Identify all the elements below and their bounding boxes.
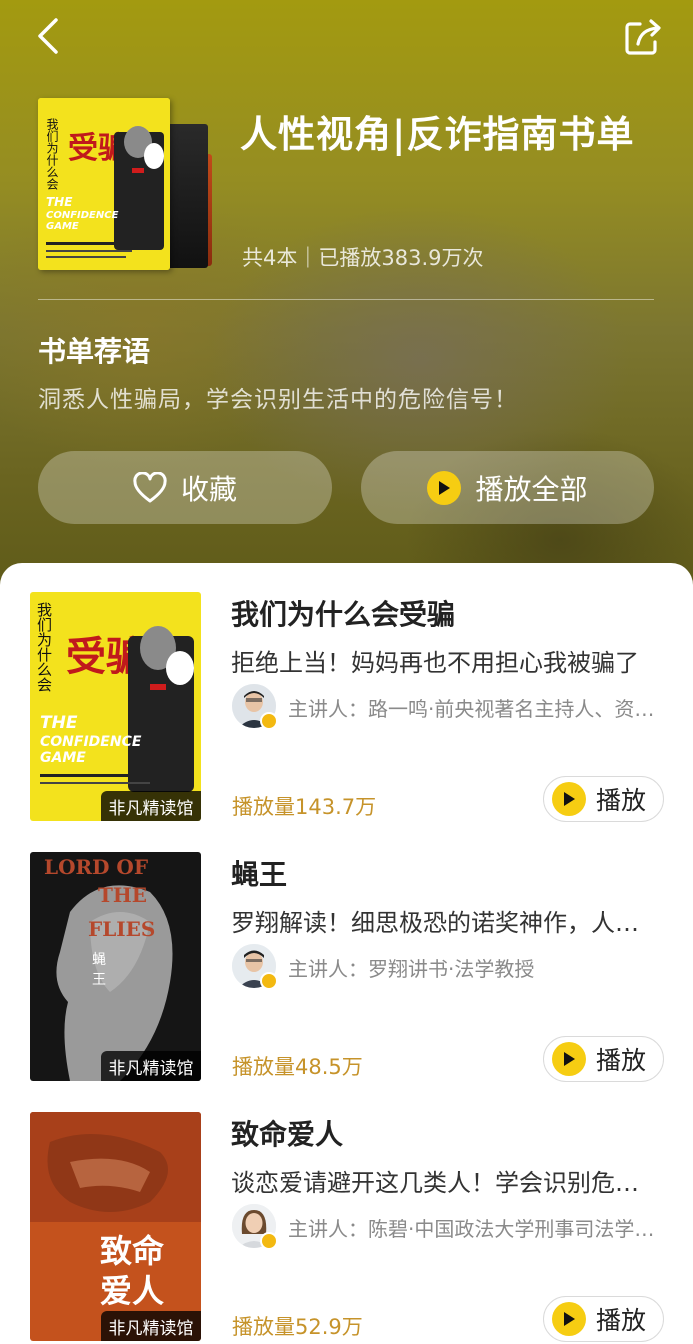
playlist-cover-stack: 我们为什么会 受骗 THE CONFIDENCE GAME — [38, 98, 218, 270]
cover-title-line1: 致命 — [100, 1232, 165, 1270]
cover-tag: 非凡精读馆 — [101, 1051, 201, 1081]
play-count: 播放量48.5万 — [232, 1055, 363, 1079]
cover-en-line2: CONFIDENCE — [46, 210, 119, 221]
stack-cover-front: 我们为什么会 受骗 THE CONFIDENCE GAME — [38, 98, 170, 270]
cover-art: LORD OF THE FLIES 蝇 王 — [30, 852, 201, 1081]
back-button[interactable] — [30, 14, 70, 58]
cover-art: 我们为什么会 受骗 THE CONFIDENCE GAME — [30, 592, 201, 821]
play-count: 播放量52.9万 — [232, 1315, 363, 1339]
cover-en-line1: THE — [46, 195, 73, 209]
cover-subtitle: 我们为什么会 — [45, 118, 59, 191]
playlist-title: 人性视角|反诈指南书单 — [240, 112, 635, 156]
book-list: 我们为什么会 受骗 THE CONFIDENCE GAME 非凡精读馆 我们为什… — [0, 563, 693, 1344]
play-button[interactable]: 播放 — [543, 776, 664, 822]
book-description: 拒绝上当！妈妈再也不用担心我被骗了 — [231, 649, 639, 677]
play-count: 播放量143.7万 — [232, 795, 377, 819]
play-all-label: 播放全部 — [475, 472, 588, 506]
book-description: 谈恋爱请避开这几类人！学会识别危险伴侣 — [231, 1169, 661, 1197]
play-all-button[interactable]: 播放全部 — [361, 451, 654, 524]
speaker-info: 主讲人：罗翔讲书·法学教授 — [288, 957, 535, 981]
book-title[interactable]: 蝇王 — [231, 853, 287, 893]
cover-en-line3: GAME — [40, 750, 86, 766]
recommend-text: 洞悉人性骗局，学会识别生活中的危险信号！ — [38, 387, 518, 413]
playlist-header: 我们为什么会 受骗 THE CONFIDENCE GAME 人性视角|反诈指南书… — [0, 0, 693, 600]
play-label: 播放 — [596, 1306, 647, 1335]
list-item[interactable]: 致命 爱人 非凡精读馆 致命爱人 谈恋爱请避开这几类人！学会识别危险伴侣 主讲人… — [0, 1083, 693, 1342]
book-cover[interactable]: 致命 爱人 非凡精读馆 — [30, 1112, 201, 1341]
play-icon — [427, 470, 462, 505]
play-label: 播放 — [596, 1046, 647, 1075]
book-cover[interactable]: LORD OF THE FLIES 蝇 王 非凡精读馆 — [30, 852, 201, 1081]
playlist-meta: 共4本｜已播放383.9万次 — [242, 246, 484, 270]
share-button[interactable] — [620, 16, 666, 60]
play-label: 播放 — [596, 786, 647, 815]
favorite-label: 收藏 — [180, 472, 237, 506]
book-cover[interactable]: 我们为什么会 受骗 THE CONFIDENCE GAME 非凡精读馆 — [30, 592, 201, 821]
cover-en-line1: THE — [40, 713, 78, 733]
cover-en-line2: THE — [98, 883, 147, 907]
verified-badge-icon — [260, 1232, 278, 1250]
share-icon — [625, 19, 661, 55]
book-title[interactable]: 致命爱人 — [231, 1113, 343, 1153]
recommend-heading: 书单荐语 — [38, 335, 151, 368]
verified-badge-icon — [260, 712, 278, 730]
cover-title-line2: 爱人 — [100, 1272, 164, 1310]
cover-en-line1: LORD OF — [44, 855, 148, 879]
speaker-info: 主讲人：路一鸣·前央视著名主持人、资深媒体人 — [288, 697, 660, 721]
cover-tag: 非凡精读馆 — [101, 1311, 201, 1341]
cover-art: 致命 爱人 — [30, 1112, 201, 1341]
back-arrow-icon — [38, 18, 58, 54]
divider — [38, 299, 654, 300]
favorite-button[interactable]: 收藏 — [38, 451, 332, 524]
book-title[interactable]: 我们为什么会受骗 — [231, 593, 455, 633]
verified-badge-icon — [260, 972, 278, 990]
play-icon — [552, 782, 586, 816]
speaker-info: 主讲人：陈碧·中国政法大学刑事司法学院教授 — [288, 1217, 660, 1241]
cover-subtitle: 我们为什么会 — [35, 602, 53, 692]
play-button[interactable]: 播放 — [543, 1296, 664, 1342]
play-icon — [552, 1302, 586, 1336]
play-button[interactable]: 播放 — [543, 1036, 664, 1082]
cover-cn-line2: 王 — [92, 972, 106, 988]
cover-cn-line1: 蝇 — [92, 952, 106, 968]
play-icon — [552, 1042, 586, 1076]
cover-tag: 非凡精读馆 — [101, 791, 201, 821]
list-item[interactable]: LORD OF THE FLIES 蝇 王 非凡精读馆 蝇王 罗翔解读！细思极恐… — [0, 823, 693, 1082]
list-item[interactable]: 我们为什么会 受骗 THE CONFIDENCE GAME 非凡精读馆 我们为什… — [0, 563, 693, 822]
heart-icon — [133, 471, 167, 502]
cover-en-line3: GAME — [46, 221, 79, 232]
cover-art: 我们为什么会 受骗 THE CONFIDENCE GAME — [38, 98, 170, 270]
book-description: 罗翔解读！细思极恐的诺奖神作，人性之恶 — [231, 909, 661, 937]
cover-en-line3: FLIES — [88, 917, 155, 941]
cover-en-line2: CONFIDENCE — [40, 734, 142, 750]
